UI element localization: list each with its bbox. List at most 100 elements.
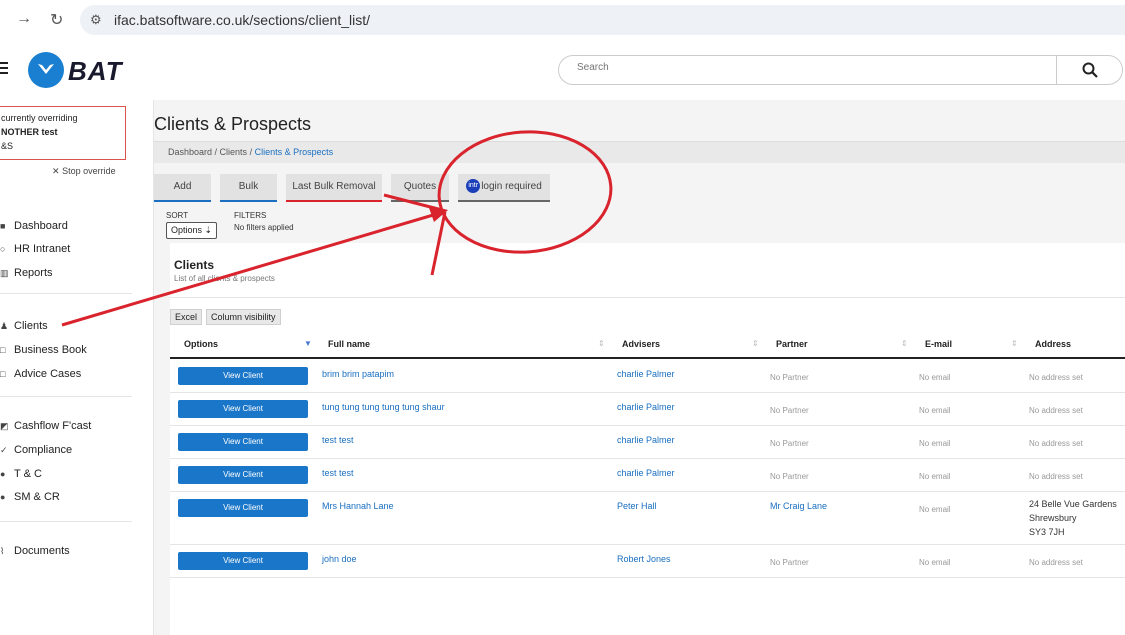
email-value: No email (919, 505, 951, 514)
search-icon (1082, 62, 1098, 78)
filters-value: No filters applied (234, 223, 294, 232)
client-name-link[interactable]: Mrs Hannah Lane (322, 501, 394, 511)
breadcrumb: Dashboard / Clients / Clients & Prospect… (154, 141, 1125, 163)
address-bar[interactable]: ⚙ ifac.batsoftware.co.uk/sections/client… (80, 5, 1125, 35)
clients-card: Clients List of all clients & prospects … (170, 243, 1125, 635)
search-button[interactable] (1056, 56, 1122, 84)
partner-value: No Partner (770, 558, 809, 567)
sort-icon[interactable]: ⇕ (598, 339, 605, 348)
sort-options-button[interactable]: Options ⇣ (166, 222, 218, 239)
page-title: Clients & Prospects (154, 114, 312, 134)
case-icon: □ (0, 369, 6, 379)
bat-logo-icon[interactable] (28, 52, 64, 88)
sidebar-item-reports[interactable]: ▥ Reports (0, 267, 53, 279)
check-icon: ✓ (0, 445, 8, 455)
column-header-full-name[interactable]: Full name (328, 339, 370, 349)
filters-label: FILTERS (234, 211, 267, 220)
browser-toolbar: → ↻ ⚙ ifac.batsoftware.co.uk/sections/cl… (0, 0, 1125, 40)
email-value: No email (919, 373, 951, 382)
adviser-link[interactable]: charlie Palmer (617, 369, 675, 379)
adviser-link[interactable]: charlie Palmer (617, 468, 675, 478)
sidebar-item-dashboard[interactable]: ■ Dashboard (0, 220, 68, 232)
view-client-button[interactable]: View Client (178, 400, 308, 418)
book-icon: □ (0, 345, 6, 355)
bulk-button[interactable]: Bulk (220, 174, 277, 202)
reload-icon[interactable]: ↻ (50, 10, 63, 30)
address-line: Shrewsbury (1029, 513, 1077, 523)
email-value: No email (919, 558, 951, 567)
view-client-button[interactable]: View Client (178, 433, 308, 451)
sidebar-item-clients[interactable]: ♟ Clients (0, 320, 48, 332)
address-value: No address set (1029, 406, 1083, 415)
partner-link[interactable]: Mr Craig Lane (770, 501, 827, 511)
email-value: No email (919, 472, 951, 481)
view-client-button[interactable]: View Client (178, 499, 308, 517)
sidebar: currently overriding NOTHER test &S ✕ St… (0, 100, 154, 635)
breadcrumb-clients[interactable]: Clients (220, 147, 248, 157)
sidebar-item-compliance[interactable]: ✓ Compliance (0, 444, 72, 456)
dot-icon: ● (0, 469, 6, 479)
breadcrumb-dashboard[interactable]: Dashboard (168, 147, 212, 157)
sort-icon[interactable]: ⇕ (752, 339, 759, 348)
column-header-address[interactable]: Address (1035, 339, 1071, 349)
quotes-button[interactable]: Quotes (391, 174, 449, 202)
extension-badge-icon: intr (466, 179, 481, 194)
excel-button[interactable]: Excel (170, 309, 203, 325)
adviser-link[interactable]: charlie Palmer (617, 402, 675, 412)
view-client-button[interactable]: View Client (178, 466, 308, 484)
adviser-link[interactable]: charlie Palmer (617, 435, 675, 445)
hamburger-menu-icon[interactable] (0, 62, 8, 76)
sort-desc-icon[interactable]: ▼ (304, 339, 312, 348)
sidebar-item-sm-cr[interactable]: ● SM & CR (0, 491, 60, 503)
card-subtitle: List of all clients & prospects (174, 274, 275, 283)
sort-icon[interactable]: ⇕ (1011, 339, 1018, 348)
sidebar-item-t-and-c[interactable]: ● T & C (0, 468, 42, 480)
sidebar-item-hr-intranet[interactable]: ○ HR Intranet (0, 243, 70, 255)
cashflow-icon: ◩ (0, 421, 9, 431)
sort-icon: ⇣ (204, 225, 213, 235)
add-button[interactable]: Add (154, 174, 211, 202)
forward-icon[interactable]: → (16, 10, 32, 28)
url-text[interactable]: ifac.batsoftware.co.uk/sections/client_l… (114, 12, 370, 28)
column-header-advisers[interactable]: Advisers (622, 339, 660, 349)
client-name-link[interactable]: test test (322, 435, 354, 445)
client-name-link[interactable]: tung tung tung tung tung shaur (322, 402, 445, 412)
adviser-link[interactable]: Peter Hall (617, 501, 657, 511)
column-header-options[interactable]: Options (184, 339, 218, 349)
sort-icon[interactable]: ⇕ (901, 339, 908, 348)
adviser-link[interactable]: Robert Jones (617, 554, 671, 564)
sidebar-item-documents[interactable]: ⌇ Documents (0, 545, 70, 557)
view-client-button[interactable]: View Client (178, 367, 308, 385)
search-input[interactable] (577, 62, 1047, 73)
client-name-link[interactable]: john doe (322, 554, 357, 564)
stop-override-button[interactable]: ✕ Stop override (52, 166, 116, 177)
client-name-link[interactable]: test test (322, 468, 354, 478)
address-value: No address set (1029, 558, 1083, 567)
column-visibility-button[interactable]: Column visibility (206, 309, 281, 325)
sort-label: SORT (166, 211, 189, 220)
login-required-button[interactable]: intr login required (458, 174, 550, 202)
view-client-button[interactable]: View Client (178, 552, 308, 570)
grid-icon: ■ (0, 221, 6, 231)
sidebar-item-business-book[interactable]: □ Business Book (0, 344, 87, 356)
address-value: No address set (1029, 472, 1083, 481)
client-name-link[interactable]: brim brim patapim (322, 369, 394, 379)
site-settings-icon[interactable]: ⚙ (90, 12, 102, 28)
column-header-email[interactable]: E-mail (925, 339, 952, 349)
address-value: No address set (1029, 373, 1083, 382)
breadcrumb-current: Clients & Prospects (254, 147, 334, 157)
partner-value: No Partner (770, 373, 809, 382)
logo-text[interactable]: BAT (68, 56, 123, 87)
sidebar-item-advice-cases[interactable]: □ Advice Cases (0, 368, 81, 380)
sidebar-divider (0, 396, 132, 397)
users-icon: ♟ (0, 321, 9, 331)
bar-chart-icon: ▥ (0, 268, 9, 278)
address-line: 24 Belle Vue Gardens (1029, 499, 1117, 509)
last-bulk-removal-button[interactable]: Last Bulk Removal (286, 174, 382, 202)
column-header-partner[interactable]: Partner (776, 339, 808, 349)
sidebar-item-cashflow[interactable]: ◩ Cashflow F'cast (0, 420, 91, 432)
address-value: No address set (1029, 439, 1083, 448)
card-title: Clients (174, 258, 215, 272)
user-icon: ○ (0, 244, 6, 254)
partner-value: No Partner (770, 406, 809, 415)
